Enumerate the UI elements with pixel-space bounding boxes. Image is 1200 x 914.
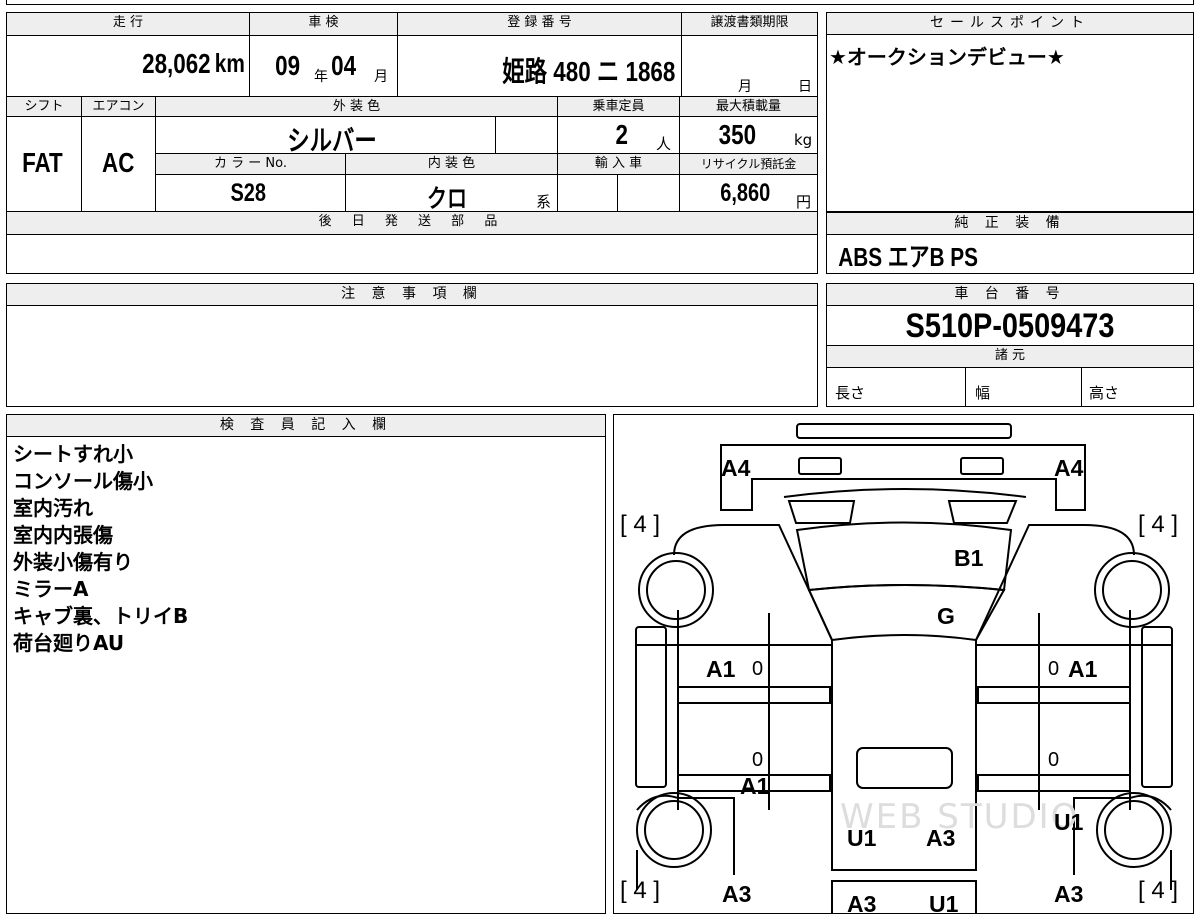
inspection-year: 09 — [275, 50, 301, 81]
ac-value: AC — [102, 147, 135, 178]
inspector-label: 検 査 員 記 入 欄 — [7, 415, 605, 437]
mileage-value: 28,062 — [142, 48, 211, 79]
exterior-label: 外 装 色 — [155, 97, 557, 117]
later-parts-label: 後 日 発 送 部 品 — [7, 212, 817, 234]
zero-mark: 0 — [752, 749, 764, 771]
tire-mark: [ 4 ] — [1138, 511, 1179, 538]
width-label: 幅 — [975, 384, 991, 402]
exterior-cell: シルバー — [155, 117, 495, 156]
tire-mark: [ 4 ] — [1138, 877, 1179, 904]
note-item: キャブ裏、トリイB — [13, 604, 189, 628]
registration-cell: 姫路 480 ニ 1868 — [397, 36, 681, 96]
zero-mark: 0 — [1048, 658, 1060, 680]
note-item: 荷台廻りAU — [13, 631, 125, 655]
tire-mark: [ 4 ] — [620, 511, 661, 538]
max-load-label: 最大積載量 — [679, 97, 817, 117]
import-label: 輸 入 車 — [557, 154, 679, 174]
shift-value: FAT — [22, 147, 63, 178]
capacity-cell: 2 人 — [557, 117, 679, 153]
standard-equipment-label: 純 正 装 備 — [827, 213, 1193, 235]
damage-code: U1 — [929, 891, 959, 914]
inspector-panel: 検 査 員 記 入 欄 シートすれ小 コンソール傷小 室内汚れ 室内内張傷 外装… — [6, 414, 606, 914]
damage-code: A3 — [847, 891, 877, 914]
sales-point-panel: セールスポイント ★オークションデビュー★ — [826, 12, 1194, 212]
mileage-label: 走 行 — [7, 13, 249, 35]
note-item: シートすれ小 — [13, 442, 133, 466]
mileage-cell: 28,062 km — [7, 36, 249, 96]
registration-value: 姫路 480 ニ 1868 — [501, 56, 675, 87]
transfer-deadline-cell: 月 日 — [681, 36, 817, 96]
caution-panel: 注 意 事 項 欄 — [6, 283, 818, 407]
damage-code: A4 — [721, 455, 751, 481]
inspection-month: 04 — [331, 50, 357, 81]
note-item: 外装小傷有り — [13, 550, 133, 574]
shift-cell: FAT — [7, 117, 81, 211]
note-item: 室内汚れ — [13, 496, 93, 520]
standard-equipment-panel: 純 正 装 備 ABS エアB PS — [826, 212, 1194, 274]
vehicle-diagram: WEB STUDIO [ 4 ] [ 4 ] [ 4 ] [ 4 ] A4 A4… — [613, 414, 1194, 914]
damage-code: A1 — [1068, 656, 1098, 682]
chassis-label: 車 台 番 号 — [827, 284, 1193, 306]
interior-value: クロ — [427, 185, 468, 213]
top-strip — [6, 0, 1194, 5]
chassis-number: S510P-0509473 — [905, 307, 1115, 345]
specs-label: 諸 元 — [827, 345, 1193, 367]
sales-point-text: ★オークションデビュー★ — [829, 45, 1065, 69]
zero-mark: 0 — [1048, 749, 1060, 771]
standard-equipment-text: ABS エアB PS — [838, 242, 979, 272]
color-no-value: S28 — [230, 179, 267, 207]
ac-cell: AC — [81, 117, 155, 211]
caution-label: 注 意 事 項 欄 — [7, 284, 817, 306]
damage-code: A3 — [1054, 881, 1084, 907]
damage-code: A3 — [926, 825, 956, 851]
capacity-value: 2 — [615, 119, 629, 150]
note-item: 室内内張傷 — [13, 523, 113, 547]
chassis-panel: 車 台 番 号 S510P-0509473 諸 元 長さ 幅 高さ — [826, 283, 1194, 407]
sales-point-label: セールスポイント — [827, 13, 1193, 35]
summary-table: 走 行 車 検 登 録 番 号 譲渡書類期限 28,062 km 09 年 04… — [6, 12, 818, 274]
max-load-cell: 350 kg — [679, 117, 817, 153]
damage-code: U1 — [1054, 809, 1084, 835]
damage-code: A4 — [1054, 455, 1084, 481]
damage-code: B1 — [954, 545, 984, 571]
shift-label: シフト — [7, 97, 81, 117]
note-item: コンソール傷小 — [13, 469, 153, 493]
max-load-value: 350 — [718, 119, 757, 150]
color-no-cell: S28 — [155, 175, 345, 211]
inspection-label: 車 検 — [249, 13, 397, 35]
color-no-label: カ ラ ー No. — [155, 154, 345, 174]
height-label: 高さ — [1089, 384, 1120, 402]
recycle-value: 6,860 — [720, 179, 771, 207]
inspection-cell: 09 年 04 月 — [249, 36, 397, 96]
zero-mark: 0 — [752, 658, 764, 680]
length-label: 長さ — [835, 384, 866, 402]
registration-label: 登 録 番 号 — [397, 13, 681, 35]
damage-code: A1 — [740, 773, 770, 799]
interior-label: 内 装 色 — [345, 154, 557, 174]
damage-code: A1 — [706, 656, 736, 682]
ac-label: エアコン — [81, 97, 155, 117]
damage-code: G — [937, 603, 955, 629]
inspector-notes: シートすれ小 コンソール傷小 室内汚れ 室内内張傷 外装小傷有り ミラーA キャ… — [7, 437, 605, 657]
mileage-unit: km — [215, 48, 246, 78]
transfer-deadline-label: 譲渡書類期限 — [681, 13, 817, 35]
recycle-cell: 6,860 円 — [679, 175, 817, 211]
truck-outline-icon — [635, 423, 1173, 913]
capacity-label: 乗車定員 — [557, 97, 679, 117]
damage-code: A3 — [722, 881, 752, 907]
damage-code: U1 — [847, 825, 877, 851]
tire-mark: [ 4 ] — [620, 877, 661, 904]
recycle-label: リサイクル預託金 — [679, 154, 817, 174]
interior-cell: クロ 系 — [345, 175, 557, 213]
note-item: ミラーA — [13, 577, 89, 601]
